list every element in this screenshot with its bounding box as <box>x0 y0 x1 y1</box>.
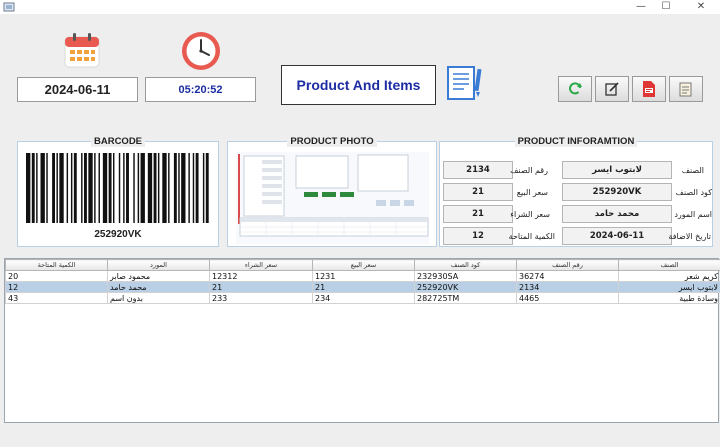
item-number-label: رقم الصنف <box>478 166 548 175</box>
table-cell: 1231 <box>313 271 415 282</box>
minimize-button[interactable]: — <box>630 0 652 14</box>
table-cell: 12312 <box>210 271 313 282</box>
column-header[interactable]: رقم الصنف <box>517 260 619 271</box>
table-cell: 282725TM <box>415 293 517 304</box>
empty-row <box>6 315 720 326</box>
table-cell: 2134 <box>517 282 619 293</box>
date-display: 2024-06-11 <box>17 77 138 102</box>
empty-row <box>6 381 720 392</box>
column-header[interactable]: الكمية المتاحة <box>6 260 108 271</box>
product-photo-panel: PRODUCT PHOTO <box>227 141 437 247</box>
pdf-report-button[interactable] <box>632 76 666 102</box>
table-cell: 252920VK <box>415 282 517 293</box>
maximize-button[interactable]: ☐ <box>655 0 677 14</box>
empty-row <box>6 414 720 425</box>
table-cell: 233 <box>210 293 313 304</box>
add-date-label: تاريخ الاضافة <box>641 232 711 241</box>
edit-button[interactable] <box>595 76 629 102</box>
refresh-button[interactable] <box>558 76 592 102</box>
app-icon <box>3 1 15 13</box>
empty-row <box>6 392 720 403</box>
table-body: 20محمود صابر123121231232930SA36274كريم ش… <box>6 271 720 447</box>
table-cell: بدون اسم <box>108 293 210 304</box>
column-header[interactable]: المورد <box>108 260 210 271</box>
table-row[interactable]: 43بدون اسم233234282725TM4465وسادة طبية <box>6 293 720 304</box>
product-photo-panel-title: PRODUCT PHOTO <box>287 136 376 147</box>
edit-icon <box>604 81 620 97</box>
empty-row <box>6 436 720 447</box>
empty-row <box>6 403 720 414</box>
table-header-row: الكمية المتاحةالموردسعر الشراءسعر البيعك… <box>6 260 720 271</box>
clock-icon <box>180 30 222 72</box>
table-cell: محمود صابر <box>108 271 210 282</box>
supplier-label: اسم المورد <box>642 210 712 219</box>
table-cell: محمد حامد <box>108 282 210 293</box>
window-titlebar: — ☐ ✕ <box>0 0 720 14</box>
column-header[interactable]: الصنف <box>619 260 720 271</box>
table-cell: 21 <box>313 282 415 293</box>
sale-price-label: سعر البيع <box>478 188 548 197</box>
table-row[interactable]: 12محمد حامد2121252920VK2134لابتوب ايسر <box>6 282 720 293</box>
table-cell: 232930SA <box>415 271 517 282</box>
barcode-text: 252920VK <box>18 229 218 240</box>
close-button[interactable]: ✕ <box>690 0 712 14</box>
empty-row <box>6 337 720 348</box>
clear-button[interactable] <box>669 76 703 102</box>
item-code-label: كود الصنف <box>642 188 712 197</box>
barcode-panel-title: BARCODE <box>91 136 145 147</box>
barcode-image <box>26 153 210 223</box>
table-cell: لابتوب ايسر <box>619 282 720 293</box>
empty-row <box>6 370 720 381</box>
empty-row <box>6 326 720 337</box>
empty-row <box>6 348 720 359</box>
time-display: 05:20:52 <box>145 77 256 102</box>
table-cell: وسادة طبية <box>619 293 720 304</box>
pdf-icon <box>641 80 657 98</box>
empty-row <box>6 304 720 315</box>
empty-row <box>6 425 720 436</box>
table-cell: 4465 <box>517 293 619 304</box>
quantity-label: الكمية المتاحة <box>485 232 555 241</box>
table-cell: 20 <box>6 271 108 282</box>
calendar-icon <box>62 30 102 70</box>
table-cell: 36274 <box>517 271 619 282</box>
product-info-panel: PRODUCT INFORAMTION 2134 رقم الصنف لابتو… <box>439 141 713 247</box>
main-content: 2024-06-11 05:20:52 Product And Items <box>0 14 720 441</box>
table-cell: 43 <box>6 293 108 304</box>
table-row[interactable]: 20محمود صابر123121231232930SA36274كريم ش… <box>6 271 720 282</box>
page-title: Product And Items <box>281 65 436 105</box>
buy-price-label: سعر الشراء <box>480 210 550 219</box>
table-cell: 12 <box>6 282 108 293</box>
column-header[interactable]: سعر البيع <box>313 260 415 271</box>
refresh-icon <box>567 81 583 97</box>
item-name-label: الصنف <box>634 166 704 175</box>
barcode-panel: BARCODE 252920VK <box>17 141 219 247</box>
empty-row <box>6 359 720 370</box>
products-table[interactable]: الكمية المتاحةالموردسعر الشراءسعر البيعك… <box>4 258 719 423</box>
document-pen-icon <box>445 64 485 102</box>
product-info-panel-title: PRODUCT INFORAMTION <box>515 136 638 147</box>
product-photo-image <box>236 152 429 244</box>
document-icon <box>678 81 694 97</box>
column-header[interactable]: كود الصنف <box>415 260 517 271</box>
table-cell: 21 <box>210 282 313 293</box>
column-header[interactable]: سعر الشراء <box>210 260 313 271</box>
table-cell: كريم شعر <box>619 271 720 282</box>
table-cell: 234 <box>313 293 415 304</box>
